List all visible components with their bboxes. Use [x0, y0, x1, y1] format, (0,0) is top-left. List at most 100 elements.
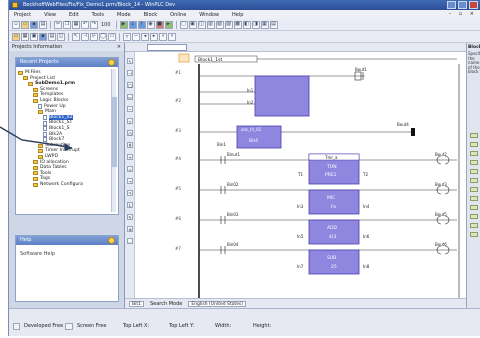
vt-coil-icon[interactable]: ◯: [127, 82, 133, 88]
r2-coil[interactable]: [411, 128, 415, 136]
ri-6-icon[interactable]: [470, 178, 478, 183]
r5-function-block[interactable]: [308, 219, 360, 245]
vt-compare-icon[interactable]: =: [127, 166, 133, 172]
redo-icon[interactable]: ↷: [90, 20, 98, 29]
editor-tab[interactable]: [147, 44, 187, 51]
ri-8-icon[interactable]: [470, 196, 478, 201]
menu-item-edit[interactable]: Edit: [69, 12, 79, 18]
wire-icon[interactable]: ─: [132, 32, 140, 41]
tree-scrollbar[interactable]: [111, 69, 117, 212]
vt-jump-icon[interactable]: ↷: [127, 190, 133, 196]
nav-right-icon[interactable]: ▸: [150, 32, 158, 41]
contact-no-icon[interactable]: ⊣: [81, 32, 89, 41]
tool-c-icon[interactable]: ◫: [197, 20, 206, 29]
vt-select-icon[interactable]: ↖: [127, 58, 133, 64]
ri-7-icon[interactable]: [470, 187, 478, 192]
proj-a-icon[interactable]: ▭: [12, 32, 20, 41]
ri-11-icon[interactable]: [470, 223, 478, 228]
menu-item-view[interactable]: View: [44, 12, 56, 18]
nav-last-icon[interactable]: »: [168, 32, 176, 41]
coil-icon[interactable]: ◯: [99, 32, 107, 41]
status-top-left-x: Top Left X:: [123, 323, 150, 329]
ri-4-icon[interactable]: [470, 160, 478, 165]
contact-nc-icon[interactable]: ⊬: [90, 32, 98, 41]
tool-g-icon[interactable]: ▩: [233, 20, 242, 29]
maximize-button[interactable]: [458, 1, 467, 9]
monitor-icon[interactable]: ◉: [146, 20, 155, 29]
ri-9-icon[interactable]: [470, 205, 478, 210]
tool-b-icon[interactable]: ▣: [188, 20, 197, 29]
menu-item-window[interactable]: Window: [199, 12, 219, 18]
r6-function-block[interactable]: [308, 249, 360, 275]
ri-3-icon[interactable]: [470, 151, 478, 156]
print-icon[interactable]: ▤: [39, 20, 47, 29]
ri-10-icon[interactable]: [470, 214, 478, 219]
proj-c-icon[interactable]: ▣: [30, 32, 38, 41]
mdi-controls[interactable]: – ▫ ×: [449, 10, 477, 19]
tool-j-icon[interactable]: ▦: [260, 20, 269, 29]
menu-item-tools[interactable]: Tools: [92, 12, 104, 18]
tool-f-icon[interactable]: ▨: [224, 20, 233, 29]
vt-block-icon[interactable]: ▭: [127, 94, 133, 100]
download-icon[interactable]: ↓: [128, 20, 137, 29]
tool-e-icon[interactable]: ▧: [215, 20, 224, 29]
search-mode-select[interactable]: English (United States): [188, 300, 247, 307]
bit-selector[interactable]: Bit1: [129, 300, 144, 307]
ri-5-icon[interactable]: [470, 169, 478, 174]
proj-b-icon[interactable]: ▦: [21, 32, 29, 41]
vt-more-icon[interactable]: …: [127, 238, 133, 244]
menu-item-project[interactable]: Project: [14, 12, 31, 18]
tree-node[interactable]: Network Configura: [18, 182, 114, 188]
open-icon[interactable]: ▭: [21, 20, 29, 29]
zoom-value[interactable]: 100: [99, 22, 113, 28]
stop-icon[interactable]: ■: [155, 20, 164, 29]
cursor-icon[interactable]: ↖: [72, 32, 80, 41]
tool-k-icon[interactable]: ▤: [269, 20, 278, 29]
vt-branch-icon[interactable]: ┬: [127, 118, 133, 124]
vt-move-icon[interactable]: →: [127, 178, 133, 184]
proj-f-icon[interactable]: ◫: [57, 32, 65, 41]
cut-icon[interactable]: ✂: [54, 20, 62, 29]
proj-e-icon[interactable]: ▤: [48, 32, 56, 41]
collapse-icon[interactable]: [108, 59, 115, 66]
paste-icon[interactable]: ▦: [72, 20, 80, 29]
proj-d-icon[interactable]: ▪: [39, 32, 47, 41]
vt-comment-icon[interactable]: ✎: [127, 214, 133, 220]
menu-item-block[interactable]: Block: [144, 12, 158, 18]
menu-item-mode[interactable]: Mode: [117, 12, 131, 18]
tool-h-icon[interactable]: ◧: [242, 20, 251, 29]
ri-1-icon[interactable]: [470, 133, 478, 138]
close-button[interactable]: [469, 1, 478, 9]
nav-first-icon[interactable]: «: [159, 32, 167, 41]
r4-function-block[interactable]: [308, 189, 360, 215]
undo-icon[interactable]: ↶: [81, 20, 89, 29]
function-block-icon[interactable]: ▭: [108, 32, 116, 41]
upload-icon[interactable]: ↑: [137, 20, 146, 29]
nav-left-icon[interactable]: ◂: [141, 32, 149, 41]
menu-item-help[interactable]: Help: [232, 12, 243, 18]
ri-12-icon[interactable]: [470, 232, 478, 237]
vt-zoom-icon[interactable]: ⊕: [127, 226, 133, 232]
branch-icon[interactable]: ┬: [123, 32, 131, 41]
ri-2-icon[interactable]: [470, 142, 478, 147]
tool-i-icon[interactable]: ◨: [251, 20, 260, 29]
vt-counter-icon[interactable]: #: [127, 142, 133, 148]
r1-function-block[interactable]: [254, 75, 310, 117]
compile-icon[interactable]: ▶: [119, 20, 128, 29]
menu-item-online[interactable]: Online: [170, 12, 186, 18]
minimize-button[interactable]: [447, 1, 456, 9]
ladder-diagram[interactable]: Block1_1st #1#2#3#4#5#6#7 Bout1 In1 In2 …: [135, 52, 467, 298]
vt-math-icon[interactable]: +: [127, 154, 133, 160]
new-icon[interactable]: ▫: [12, 20, 20, 29]
vt-timer-icon[interactable]: ◷: [127, 130, 133, 136]
copy-icon[interactable]: ❐: [63, 20, 71, 29]
vt-label-icon[interactable]: L: [127, 202, 133, 208]
save-icon[interactable]: ▪: [30, 20, 38, 29]
help-collapse-icon[interactable]: [108, 237, 115, 244]
tool-d-icon[interactable]: ▥: [206, 20, 215, 29]
vt-line-icon[interactable]: ─: [127, 106, 133, 112]
run-icon[interactable]: ►: [164, 20, 173, 29]
vt-contact-icon[interactable]: ⊣: [127, 70, 133, 76]
tool-a-icon[interactable]: ▢: [179, 20, 188, 29]
pane-close-icon[interactable]: ×: [117, 43, 121, 51]
